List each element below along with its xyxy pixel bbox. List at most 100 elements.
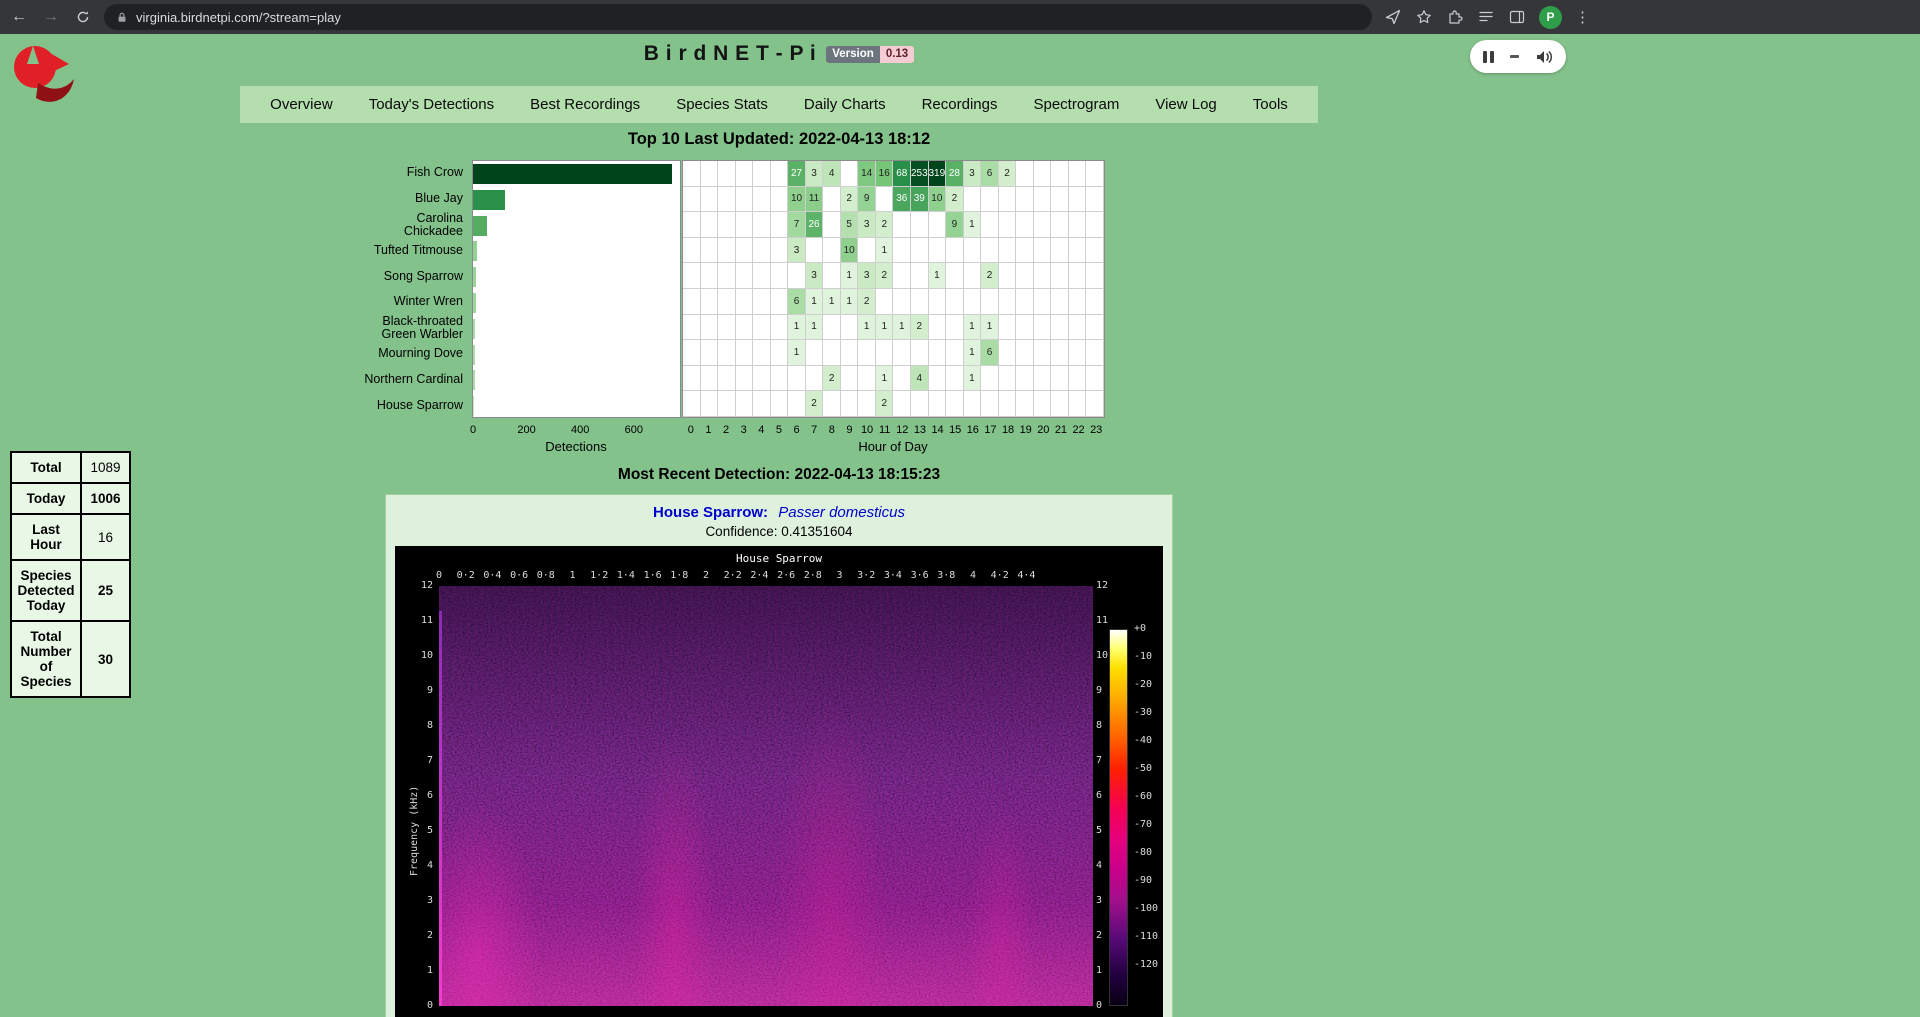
heatmap-cell	[718, 340, 736, 366]
address-bar[interactable]: virginia.birdnetpi.com/?stream=play	[104, 4, 1372, 30]
browser-back-button[interactable]: ←	[6, 4, 32, 30]
heatmap-cell	[736, 212, 754, 238]
db-axis-tick: -80	[1134, 847, 1152, 858]
bookmark-star-icon[interactable]	[1415, 8, 1433, 26]
heatmap-cell	[683, 391, 701, 417]
heatmap-cell: 1	[841, 289, 859, 315]
reload-icon	[76, 10, 90, 24]
heatmap-cell	[701, 289, 719, 315]
axis-tick: 0	[470, 424, 476, 436]
heatmap-cell: 1	[823, 289, 841, 315]
heatmap-cell	[753, 391, 771, 417]
heatmap-cell	[981, 187, 999, 213]
axis-tick: 400	[571, 424, 589, 436]
heatmap-cell	[823, 238, 841, 264]
site-name: B i r d N E T - P i	[644, 42, 816, 65]
species-bar	[473, 293, 476, 313]
heatmap-cell	[1086, 289, 1104, 315]
heatmap-cell	[701, 187, 719, 213]
detection-common-name[interactable]: House Sparrow:	[653, 504, 768, 521]
nav-item-species-stats[interactable]: Species Stats	[658, 96, 786, 113]
top10-heading: Top 10 Last Updated: 2022-04-13 18:12	[0, 130, 1558, 149]
time-axis-tick: 1·8	[670, 570, 688, 581]
species-bar	[473, 396, 474, 416]
heatmap-cell	[1034, 289, 1052, 315]
db-axis-tick: -100	[1134, 903, 1158, 914]
axis-tick: 200	[517, 424, 535, 436]
url-text: virginia.birdnetpi.com/?stream=play	[136, 10, 341, 25]
heatmap-cell	[1086, 391, 1104, 417]
stats-value[interactable]: 25	[81, 560, 130, 621]
top10-chart: Fish CrowBlue JayCarolina ChickadeeTufte…	[360, 158, 1110, 458]
detection-scientific-name[interactable]: Passer domesticus	[778, 504, 905, 521]
heatmap-cell	[1016, 212, 1034, 238]
species-label: Black-throated Green Warbler	[360, 315, 468, 341]
extensions-icon[interactable]	[1446, 8, 1464, 26]
browser-reload-button[interactable]	[70, 4, 96, 30]
browser-menu-button[interactable]: ⋮	[1575, 8, 1590, 26]
heatmap-cell	[701, 391, 719, 417]
heatmap-cell	[718, 366, 736, 392]
heatmap-cell	[911, 263, 929, 289]
heatmap-cell: 9	[858, 187, 876, 213]
side-panel-icon[interactable]	[1508, 8, 1526, 26]
species-bar	[473, 216, 487, 236]
browser-forward-button[interactable]: →	[38, 4, 64, 30]
nav-item-daily-charts[interactable]: Daily Charts	[786, 96, 904, 113]
time-axis-tick: 1·6	[644, 570, 662, 581]
axis-tick: 9	[846, 424, 852, 436]
freq-axis-tick: 0	[409, 1000, 433, 1011]
time-axis-tick: 2·6	[777, 570, 795, 581]
freq-axis-tick: 3	[1096, 895, 1120, 906]
profile-avatar[interactable]: P	[1539, 6, 1562, 29]
heatmap-cell	[1051, 315, 1069, 341]
time-axis-tick: 2	[703, 570, 709, 581]
heatmap-cell: 6	[788, 289, 806, 315]
heatmap-cell	[1051, 366, 1069, 392]
heatmap-cell	[771, 161, 789, 187]
nav-item-recordings[interactable]: Recordings	[904, 96, 1016, 113]
heatmap-cell	[1016, 366, 1034, 392]
heatmap-cell	[771, 187, 789, 213]
nav-item-spectrogram[interactable]: Spectrogram	[1015, 96, 1137, 113]
heatmap-cell	[683, 366, 701, 392]
reading-list-icon[interactable]	[1477, 8, 1495, 26]
nav-item-best-recordings[interactable]: Best Recordings	[512, 96, 658, 113]
heatmap-cell	[1069, 289, 1087, 315]
heatmap-cell	[1069, 212, 1087, 238]
heatmap-cell	[981, 212, 999, 238]
db-axis-tick: -10	[1134, 651, 1152, 662]
stats-value[interactable]: 1006	[81, 483, 130, 514]
time-axis-tick: 2·8	[804, 570, 822, 581]
time-axis-tick: 0·6	[510, 570, 528, 581]
nav-item-overview[interactable]: Overview	[252, 96, 351, 113]
heatmap-cell: 1	[876, 366, 894, 392]
heatmap-cell	[771, 263, 789, 289]
heatmap-cell: 4	[911, 366, 929, 392]
heatmap-cell: 1	[788, 340, 806, 366]
heatmap-cell: 2	[841, 187, 859, 213]
species-label: Tufted Titmouse	[360, 237, 468, 263]
stats-value[interactable]: 30	[81, 621, 130, 697]
heatmap-cell	[736, 391, 754, 417]
nav-item-view-log[interactable]: View Log	[1137, 96, 1234, 113]
heatmap-cell	[1016, 161, 1034, 187]
heatmap-cell: 1	[876, 238, 894, 264]
version-number-badge: 0.13	[880, 46, 914, 63]
time-axis-tick: 2·2	[724, 570, 742, 581]
heatmap-cell	[1016, 263, 1034, 289]
nav-item-today-s-detections[interactable]: Today's Detections	[351, 96, 512, 113]
species-bar	[473, 164, 672, 184]
heatmap-cell	[771, 315, 789, 341]
species-bar	[473, 370, 475, 390]
nav-item-tools[interactable]: Tools	[1235, 96, 1306, 113]
heatmap-cell	[1016, 391, 1034, 417]
heatmap-cell	[1034, 212, 1052, 238]
heatmap-cell: 3	[858, 263, 876, 289]
send-icon[interactable]	[1384, 8, 1402, 26]
heatmap-cell	[736, 187, 754, 213]
heatmap-cell	[999, 315, 1017, 341]
freq-axis-tick: 7	[1096, 755, 1120, 766]
db-axis-tick: -30	[1134, 707, 1152, 718]
axis-tick: 15	[949, 424, 961, 436]
